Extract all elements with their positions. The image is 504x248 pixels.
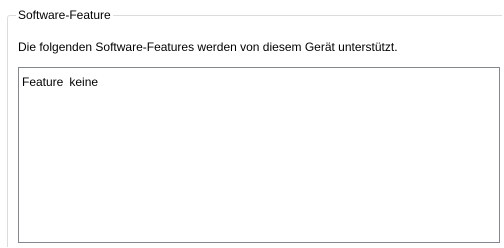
list-item[interactable]: Feature keine: [22, 75, 98, 89]
feature-listbox[interactable]: Feature keine: [18, 67, 500, 243]
feature-value: keine: [69, 75, 99, 89]
groupbox-title: Software-Feature: [16, 8, 113, 22]
feature-name: Feature: [22, 75, 64, 89]
software-feature-panel: Software-Feature Die folgenden Software-…: [0, 0, 504, 248]
feature-description: Die folgenden Software-Features werden v…: [18, 40, 398, 54]
